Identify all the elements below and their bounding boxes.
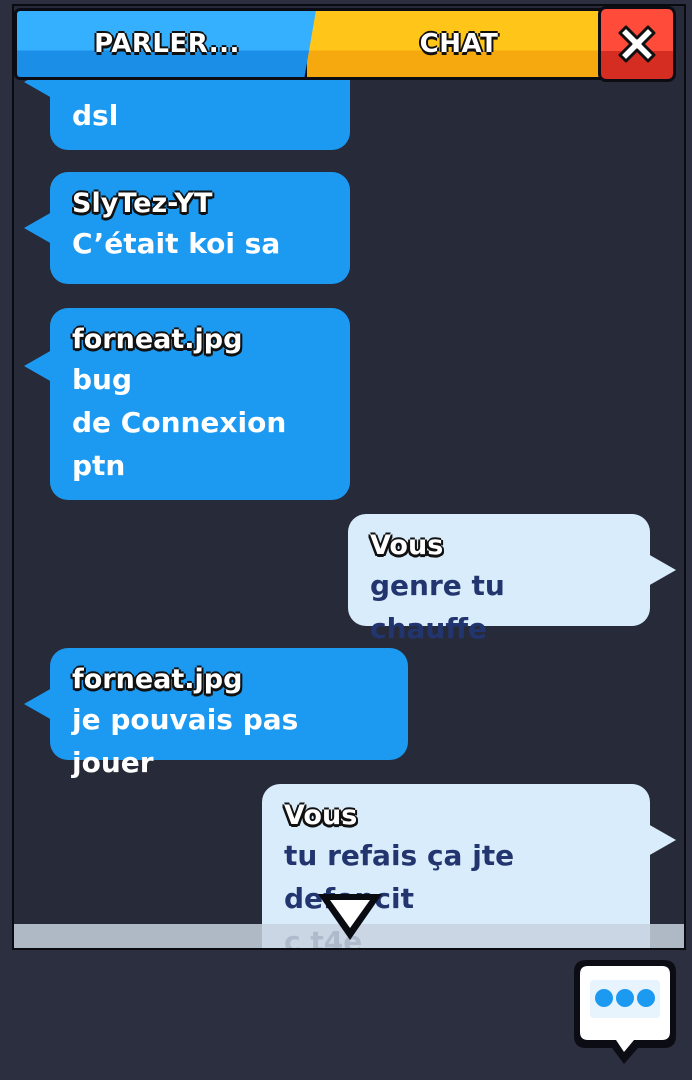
tab-chat-label: CHAT [419,29,499,59]
tab-talk[interactable]: PARLER... [14,8,320,80]
message-text: bug de Connexion ptn [72,363,287,482]
tab-talk-label: PARLER... [94,29,240,59]
chevron-down-icon[interactable] [314,890,386,948]
close-button[interactable] [598,6,676,82]
message-author: Vous [370,530,444,561]
chat-panel: dsl SlyTez-YT C’était koi sa forneat.jpg… [12,4,686,950]
message-list[interactable]: dsl SlyTez-YT C’était koi sa forneat.jpg… [14,6,684,948]
message-text: je pouvais pas jouer [72,703,299,779]
message-text: dsl [72,99,119,132]
tab-chat[interactable]: CHAT [304,8,614,80]
message-text: genre tu chauffe [370,569,505,645]
message-bubble: forneat.jpg je pouvais pas jouer [24,648,408,779]
message-bubble: forneat.jpg bug de Connexion ptn [24,308,350,500]
tab-bar: PARLER... CHAT [14,6,684,82]
message-author: Vous [284,800,358,831]
message-bubble-own: Vous genre tu chauffe [348,514,676,645]
message-author: forneat.jpg [72,664,243,695]
speech-bubble-icon [574,960,676,1064]
message-author: forneat.jpg [72,324,243,355]
message-author: SlyTez-YT [72,188,213,219]
message-bubble: SlyTez-YT C’était koi sa [24,172,350,284]
open-chat-button[interactable] [572,958,678,1066]
message-text: C’était koi sa [72,227,281,260]
close-x-icon [618,25,656,63]
